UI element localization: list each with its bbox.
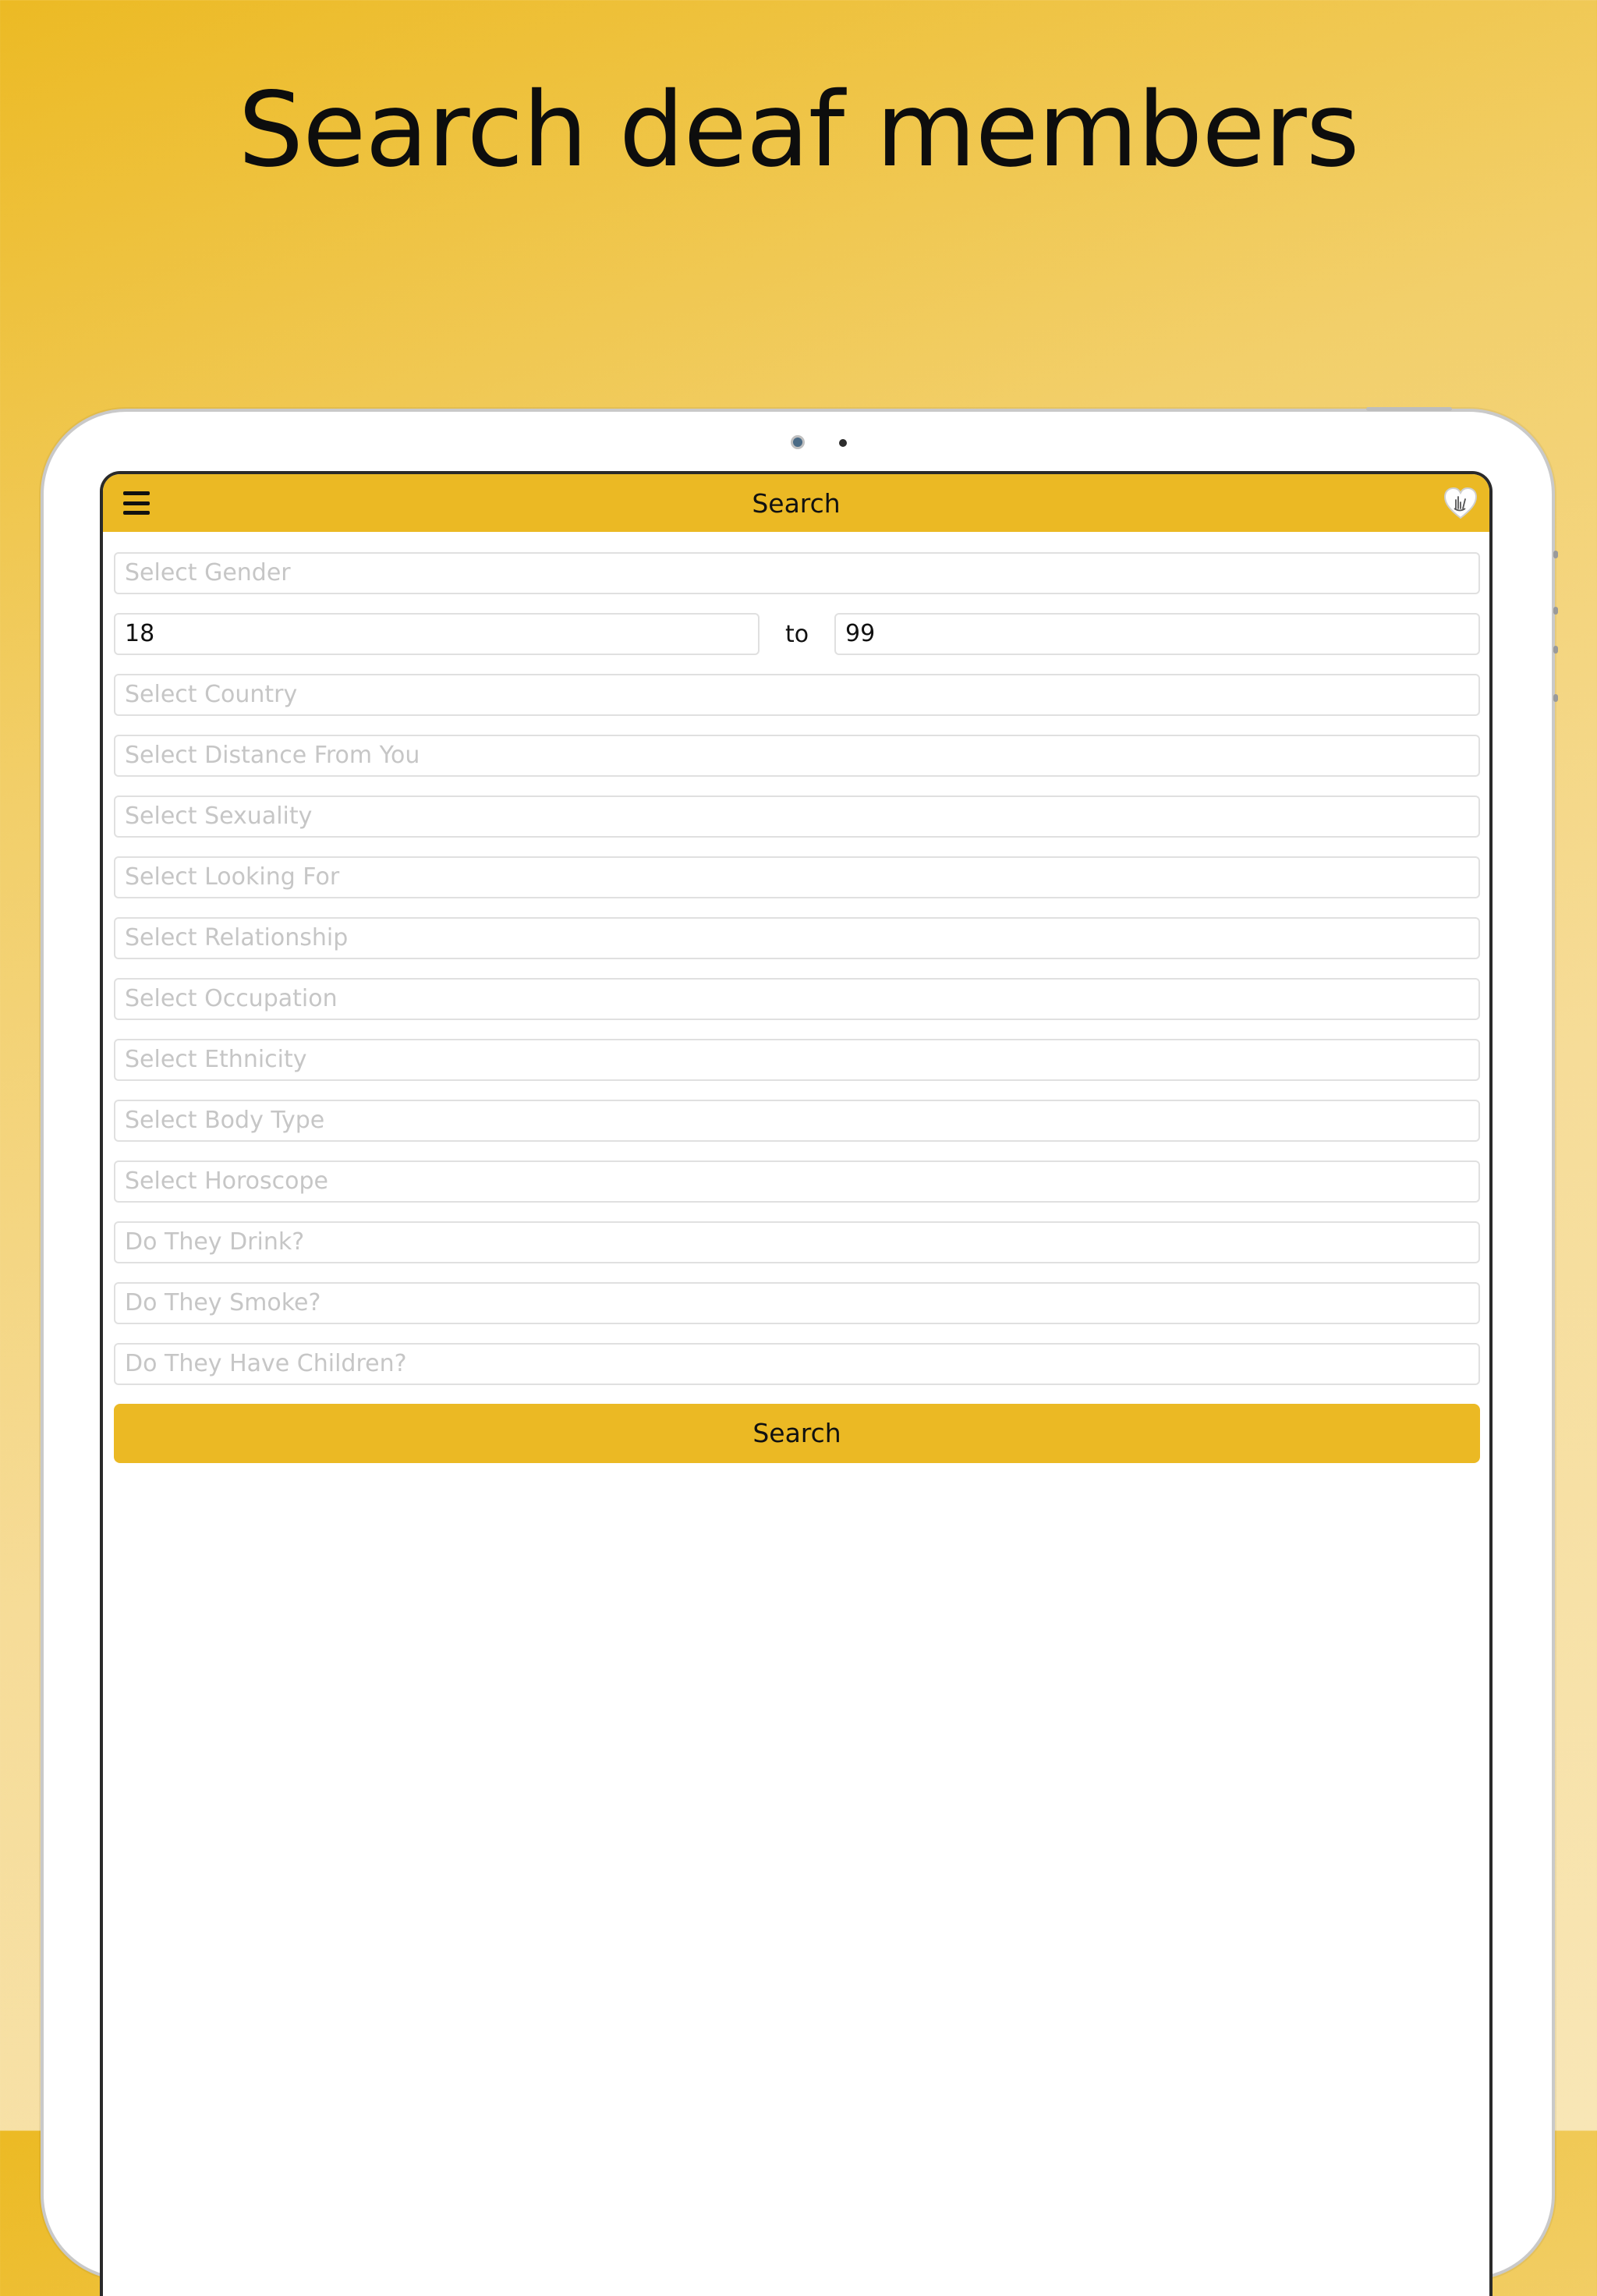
body-type-select[interactable]: Select Body Type	[114, 1100, 1480, 1142]
side-button-lower	[1553, 694, 1558, 702]
gender-select[interactable]: Select Gender	[114, 552, 1480, 594]
children-select[interactable]: Do They Have Children?	[114, 1343, 1480, 1385]
relationship-select[interactable]: Select Relationship	[114, 917, 1480, 959]
distance-select[interactable]: Select Distance From You	[114, 735, 1480, 777]
min-age-input[interactable]: 18	[114, 613, 760, 655]
looking-for-select[interactable]: Select Looking For	[114, 856, 1480, 898]
side-button	[1553, 551, 1558, 558]
age-range-row: 18 to 99	[114, 613, 1480, 655]
app-screen: Search Select Gender 18 to 99 Select Cou…	[100, 471, 1493, 2296]
nav-bar: Search	[103, 474, 1489, 532]
occupation-select[interactable]: Select Occupation	[114, 978, 1480, 1020]
power-button	[1366, 407, 1452, 411]
volume-up-button	[1553, 607, 1558, 615]
sexuality-select[interactable]: Select Sexuality	[114, 795, 1480, 838]
nav-title: Search	[752, 488, 841, 519]
drink-select[interactable]: Do They Drink?	[114, 1221, 1480, 1263]
smoke-select[interactable]: Do They Smoke?	[114, 1282, 1480, 1324]
volume-down-button	[1553, 646, 1558, 654]
ethnicity-select[interactable]: Select Ethnicity	[114, 1039, 1480, 1081]
age-separator: to	[784, 620, 809, 648]
horoscope-select[interactable]: Select Horoscope	[114, 1160, 1480, 1203]
promo-headline: Search deaf members	[238, 70, 1359, 190]
max-age-input[interactable]: 99	[834, 613, 1480, 655]
search-button[interactable]: Search	[114, 1404, 1480, 1463]
front-camera	[791, 435, 805, 449]
tablet-frame: Search Select Gender 18 to 99 Select Cou…	[41, 407, 1558, 2296]
heart-logo-icon	[1443, 487, 1478, 519]
country-select[interactable]: Select Country	[114, 674, 1480, 716]
search-form: Select Gender 18 to 99 Select Country Se…	[114, 552, 1480, 1463]
camera-sensor	[839, 439, 847, 447]
